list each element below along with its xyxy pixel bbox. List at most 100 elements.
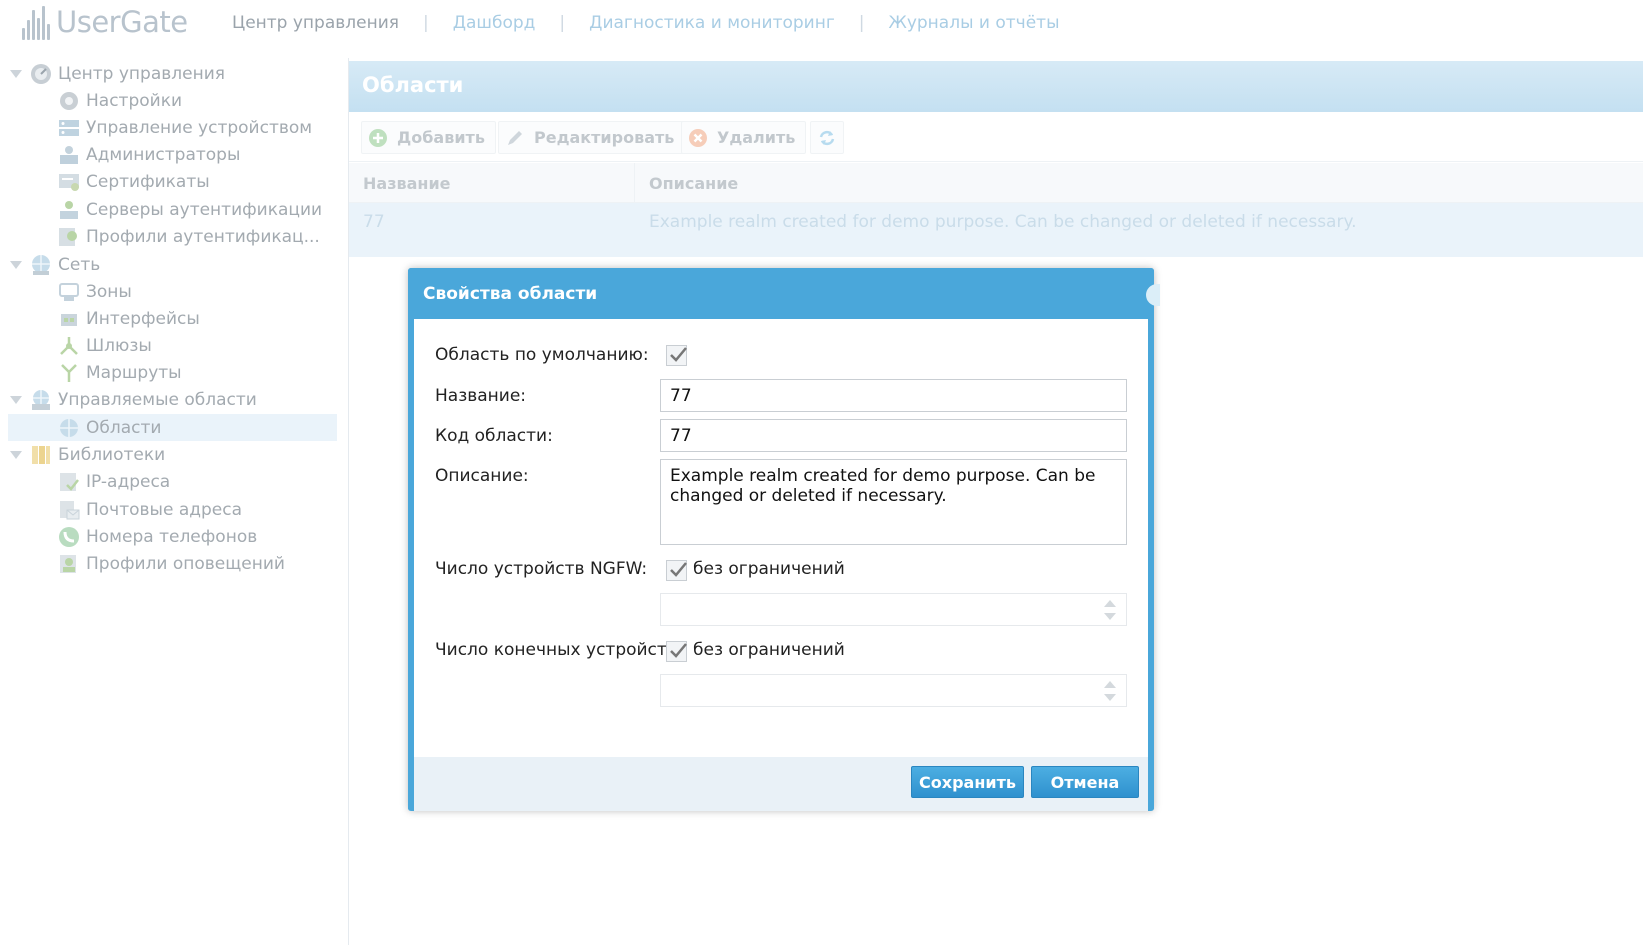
endpoints-unlimited-checkbox[interactable] bbox=[666, 641, 687, 662]
pencil-icon bbox=[505, 128, 525, 148]
dialog-header[interactable]: Свойства области bbox=[408, 268, 1160, 319]
sidebar-item-mail-addresses[interactable]: Почтовые адреса bbox=[8, 496, 242, 523]
expand-arrow-icon[interactable] bbox=[10, 451, 22, 459]
sidebar-item-interfaces[interactable]: Интерфейсы bbox=[8, 305, 200, 332]
page-title: Области bbox=[362, 73, 464, 97]
table-row[interactable]: 77 Example realm created for demo purpos… bbox=[349, 203, 1643, 257]
sidebar-tree: Центр управления Настройки Управление ус… bbox=[0, 58, 349, 945]
endpoints-unlimited-label: без ограничений bbox=[693, 640, 845, 660]
table-header: Название Описание bbox=[349, 163, 1643, 203]
sidebar-item-realms[interactable]: Области bbox=[8, 414, 337, 441]
nav-separator: | bbox=[559, 13, 566, 33]
spinner-arrows-icon[interactable] bbox=[1104, 600, 1116, 620]
sidebar-item-device-management[interactable]: Управление устройством bbox=[8, 114, 312, 141]
sidebar-item-certificates[interactable]: Сертификаты bbox=[8, 168, 210, 195]
toolbar: Добавить Редактировать Удалить bbox=[349, 112, 1643, 162]
logo-text: UserGate bbox=[56, 5, 188, 39]
sidebar-item-label: Области bbox=[86, 417, 162, 438]
sidebar-item-phone-numbers[interactable]: Номера телефонов bbox=[8, 523, 257, 550]
sidebar-item-network[interactable]: Сеть bbox=[8, 251, 100, 278]
panel-header: Области bbox=[349, 61, 1643, 112]
column-header-name[interactable]: Название bbox=[363, 174, 451, 193]
nav-diagnostics[interactable]: Диагностика и мониторинг bbox=[589, 13, 835, 33]
sidebar-item-auth-profiles[interactable]: Профили аутентификац... bbox=[8, 223, 320, 250]
sidebar-item-label: Маршруты bbox=[86, 362, 182, 383]
delete-icon bbox=[688, 128, 708, 148]
default-realm-checkbox[interactable] bbox=[666, 345, 687, 366]
sidebar-item-label: Центр управления bbox=[58, 63, 225, 84]
dashboard-icon bbox=[30, 63, 52, 85]
sidebar-item-label: Шлюзы bbox=[86, 335, 152, 356]
checkmark-icon bbox=[670, 562, 687, 577]
save-button[interactable]: Сохранить bbox=[911, 766, 1024, 798]
realm-globe-icon bbox=[58, 417, 80, 439]
nav-separator: | bbox=[423, 13, 429, 33]
expand-arrow-icon[interactable] bbox=[10, 70, 22, 78]
nav-logs-reports[interactable]: Журналы и отчёты bbox=[889, 13, 1060, 33]
ip-address-icon bbox=[58, 471, 80, 493]
interfaces-icon bbox=[58, 308, 80, 330]
nav-dashboard[interactable]: Дашборд bbox=[453, 13, 536, 33]
logo-bars-icon bbox=[22, 6, 50, 40]
default-realm-label: Область по умолчанию: bbox=[435, 345, 649, 365]
add-button-label: Добавить bbox=[397, 128, 485, 147]
sidebar-item-routes[interactable]: Маршруты bbox=[8, 359, 182, 386]
sidebar-item-label: Библиотеки bbox=[58, 444, 166, 465]
sidebar-item-label: Серверы аутентификации bbox=[86, 199, 323, 220]
sidebar-item-label: Сеть bbox=[58, 254, 101, 275]
sidebar-item-label: Профили аутентификац... bbox=[86, 226, 320, 247]
sidebar-item-administrators[interactable]: Администраторы bbox=[8, 141, 240, 168]
sidebar-item-notification-profiles[interactable]: Профили оповещений bbox=[8, 550, 285, 577]
zones-icon bbox=[58, 281, 80, 303]
sidebar-item-label: Настройки bbox=[86, 90, 183, 111]
sidebar-item-label: Администраторы bbox=[86, 144, 241, 165]
close-icon[interactable] bbox=[1146, 284, 1160, 306]
sidebar-item-libraries[interactable]: Библиотеки bbox=[8, 441, 165, 468]
expand-arrow-icon[interactable] bbox=[10, 261, 22, 269]
ngfw-unlimited-checkbox[interactable] bbox=[666, 560, 687, 581]
column-header-description[interactable]: Описание bbox=[649, 174, 738, 193]
endpoint-devices-label: Число конечных устройств: bbox=[435, 640, 683, 660]
expand-arrow-icon[interactable] bbox=[10, 396, 22, 404]
sidebar-item-label: Зоны bbox=[86, 281, 132, 302]
realm-code-input[interactable]: 77 bbox=[660, 419, 1127, 452]
top-navigation: Центр управления | Дашборд | Диагностика… bbox=[232, 13, 1060, 33]
edit-button-label: Редактировать bbox=[534, 128, 675, 147]
add-button[interactable]: Добавить bbox=[361, 121, 496, 154]
sidebar-item-label: Профили оповещений bbox=[86, 553, 285, 574]
spinner-arrows-icon[interactable] bbox=[1104, 681, 1116, 701]
sidebar-item-auth-servers[interactable]: Серверы аутентификации bbox=[8, 196, 322, 223]
sidebar-item-ip-addresses[interactable]: IP-адреса bbox=[8, 468, 170, 495]
name-input[interactable]: 77 bbox=[660, 379, 1127, 412]
auth-profile-icon bbox=[58, 226, 80, 248]
sidebar-item-managed-realms[interactable]: Управляемые области bbox=[8, 386, 257, 413]
gateway-icon bbox=[58, 335, 80, 357]
refresh-button[interactable] bbox=[810, 121, 844, 154]
sidebar-item-management-center[interactable]: Центр управления bbox=[8, 60, 225, 87]
checkmark-icon bbox=[670, 643, 687, 658]
sidebar-item-settings[interactable]: Настройки bbox=[8, 87, 182, 114]
refresh-icon bbox=[817, 128, 837, 148]
column-divider[interactable] bbox=[634, 163, 635, 203]
sidebar-item-zones[interactable]: Зоны bbox=[8, 278, 132, 305]
sidebar-item-label: Почтовые адреса bbox=[86, 499, 243, 520]
sidebar-item-label: IP-адреса bbox=[86, 471, 171, 492]
cancel-button[interactable]: Отмена bbox=[1031, 766, 1139, 798]
edit-button[interactable]: Редактировать bbox=[498, 121, 686, 154]
sidebar-item-label: Управляемые области bbox=[58, 389, 257, 410]
certificate-icon bbox=[58, 171, 80, 193]
delete-button[interactable]: Удалить bbox=[681, 121, 807, 154]
endpoints-count-stepper[interactable] bbox=[660, 674, 1127, 707]
ngfw-count-stepper[interactable] bbox=[660, 593, 1127, 626]
auth-server-icon bbox=[58, 199, 80, 221]
dialog-footer: Сохранить Отмена bbox=[414, 757, 1148, 811]
description-textarea[interactable]: Example realm created for demo purpose. … bbox=[660, 459, 1127, 545]
nav-management-center[interactable]: Центр управления bbox=[232, 13, 399, 33]
ngfw-unlimited-label: без ограничений bbox=[693, 559, 845, 579]
usergate-logo[interactable]: UserGate bbox=[22, 4, 188, 40]
delete-button-label: Удалить bbox=[717, 128, 796, 147]
add-icon bbox=[368, 128, 388, 148]
ngfw-devices-label: Число устройств NGFW: bbox=[435, 559, 648, 579]
top-bar: UserGate Центр управления | Дашборд | Ди… bbox=[0, 0, 1643, 58]
sidebar-item-gateways[interactable]: Шлюзы bbox=[8, 332, 152, 359]
